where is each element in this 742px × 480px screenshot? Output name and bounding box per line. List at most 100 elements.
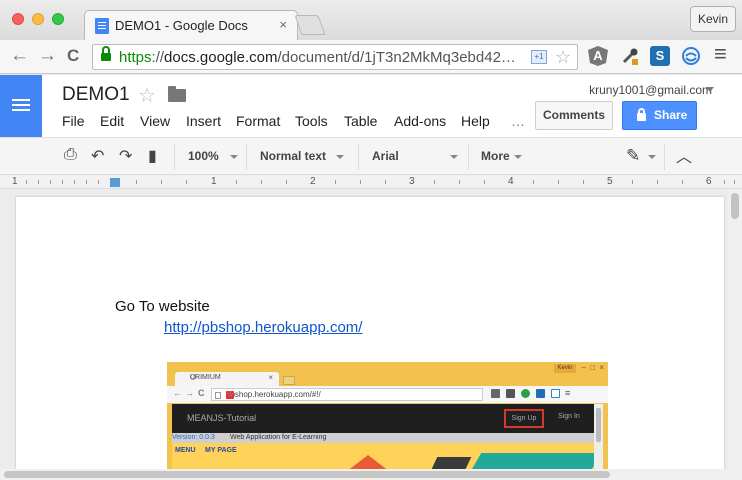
menu-format[interactable]: Format bbox=[236, 113, 280, 129]
embedded-banner-shape bbox=[470, 453, 594, 469]
account-caret-icon[interactable] bbox=[706, 87, 714, 92]
ruler-tick bbox=[86, 180, 87, 184]
ruler-tick bbox=[286, 180, 287, 184]
page-action-icon[interactable]: +1 bbox=[531, 50, 547, 64]
ruler[interactable]: 1 1 2 3 4 5 6 bbox=[0, 175, 742, 189]
ruler-tick bbox=[38, 180, 39, 184]
redo-icon[interactable]: ↷ bbox=[119, 146, 132, 166]
ruler-tick bbox=[385, 180, 386, 184]
back-arrow-icon[interactable]: ← bbox=[10, 46, 29, 66]
angularjs-extension-icon[interactable]: A bbox=[588, 46, 608, 66]
url-separator: :// bbox=[151, 49, 165, 66]
more-menu[interactable]: More bbox=[481, 149, 510, 163]
paint-format-icon[interactable]: ▮ bbox=[148, 146, 157, 166]
bookmark-star-icon[interactable]: ☆ bbox=[555, 47, 571, 68]
menu-addons[interactable]: Add-ons bbox=[394, 113, 446, 129]
horizontal-scrollbar-thumb[interactable] bbox=[4, 471, 610, 478]
ruler-number: 6 bbox=[706, 176, 712, 187]
menu-table[interactable]: Table bbox=[344, 113, 377, 129]
ruler-tick bbox=[459, 180, 460, 184]
chrome-menu-icon[interactable]: ≡ bbox=[714, 43, 727, 65]
embedded-maximize-icon: □ bbox=[590, 363, 595, 372]
share-button[interactable]: Share bbox=[622, 101, 697, 130]
ruler-tick bbox=[136, 180, 137, 184]
toolbar-divider bbox=[174, 144, 175, 170]
font-select[interactable]: Arial bbox=[372, 149, 399, 163]
paragraph-style-select[interactable]: Normal text bbox=[260, 149, 326, 163]
horizontal-scrollbar[interactable] bbox=[0, 469, 742, 480]
embedded-ext-s-icon bbox=[536, 389, 545, 398]
ruler-tick bbox=[360, 180, 361, 184]
embedded-browser-tab: URIMIUM × bbox=[175, 372, 279, 386]
vertical-scrollbar[interactable] bbox=[728, 189, 742, 469]
collapse-menus-icon[interactable]: ︿ bbox=[676, 143, 692, 167]
comments-button[interactable]: Comments bbox=[535, 101, 613, 130]
menu-edit[interactable]: Edit bbox=[100, 113, 124, 129]
ruler-tick bbox=[98, 180, 99, 184]
reload-icon[interactable]: C bbox=[67, 46, 79, 66]
embedded-version: Version: 0.0.3 bbox=[172, 434, 215, 441]
account-email[interactable]: kruny1001@gmail.com bbox=[589, 83, 712, 97]
embedded-menu-item: MY PAGE bbox=[205, 447, 237, 454]
document-title[interactable]: DEMO1 bbox=[62, 84, 130, 106]
browser-tab-active[interactable]: DEMO1 - Google Docs × bbox=[84, 10, 298, 40]
menu-help[interactable]: Help bbox=[461, 113, 490, 129]
vertical-scrollbar-thumb[interactable] bbox=[731, 193, 739, 219]
ruler-tick bbox=[74, 180, 75, 184]
menu-view[interactable]: View bbox=[140, 113, 170, 129]
mode-caret-icon[interactable] bbox=[648, 155, 656, 159]
address-bar[interactable]: https://docs.google.com/document/d/1jT3n… bbox=[92, 44, 578, 70]
more-caret-icon[interactable] bbox=[514, 155, 522, 159]
ruler-tick bbox=[632, 180, 633, 184]
embedded-screenshot-image[interactable]: URIMIUM × Kevin – □ × ← → C pbshop.herok… bbox=[167, 362, 608, 469]
forward-arrow-icon[interactable]: → bbox=[38, 46, 57, 66]
sync-extension-icon[interactable] bbox=[681, 46, 701, 66]
ruler-tick bbox=[186, 180, 187, 184]
url-text: https://docs.google.com/document/d/1jT3n… bbox=[119, 49, 516, 66]
zoom-window-button[interactable] bbox=[52, 13, 64, 25]
zoom-select[interactable]: 100% bbox=[188, 149, 219, 163]
document-text-line: Go To website bbox=[115, 298, 210, 315]
print-icon[interactable]: ⎙ bbox=[64, 146, 77, 164]
ruler-tick bbox=[724, 180, 725, 184]
new-tab-button[interactable] bbox=[294, 15, 326, 35]
document-link[interactable]: http://pbshop.herokuapp.com/ bbox=[164, 319, 362, 336]
embedded-profile-badge: Kevin bbox=[554, 364, 576, 373]
docs-home-icon[interactable] bbox=[0, 75, 42, 137]
zoom-caret-icon[interactable] bbox=[230, 155, 238, 159]
embedded-version-bar: Version: 0.0.3 Web Application for E-Lea… bbox=[172, 433, 594, 443]
tab-close-icon[interactable]: × bbox=[279, 17, 287, 32]
embedded-page-icon bbox=[215, 392, 221, 399]
star-document-icon[interactable]: ☆ bbox=[138, 83, 156, 108]
menu-tools[interactable]: Tools bbox=[295, 113, 328, 129]
eyedropper-extension-icon[interactable] bbox=[620, 46, 640, 66]
font-caret-icon[interactable] bbox=[450, 155, 458, 159]
embedded-brand: MEANJS-Tutorial bbox=[187, 413, 257, 423]
embedded-back-icon: ← bbox=[173, 388, 182, 398]
toolbar-divider bbox=[664, 144, 665, 170]
embedded-banner-shape bbox=[430, 457, 472, 469]
indent-marker-icon[interactable] bbox=[110, 178, 120, 187]
undo-icon[interactable]: ↶ bbox=[91, 146, 104, 166]
profile-button[interactable]: Kevin bbox=[690, 6, 736, 32]
move-to-folder-icon[interactable] bbox=[168, 86, 186, 102]
browser-titlebar: DEMO1 - Google Docs × Kevin bbox=[0, 0, 742, 40]
close-window-button[interactable] bbox=[12, 13, 24, 25]
ruler-tick bbox=[533, 180, 534, 184]
embedded-scrollbar bbox=[594, 404, 603, 469]
embedded-forward-icon: → bbox=[185, 388, 194, 398]
scribefire-extension-icon[interactable]: S bbox=[650, 46, 670, 66]
google-docs-favicon-icon bbox=[95, 18, 109, 34]
embedded-app-navbar: MEANJS-Tutorial Sign Up Sign In bbox=[172, 404, 594, 433]
ruler-tick bbox=[62, 180, 63, 184]
toolbar-divider bbox=[246, 144, 247, 170]
menu-file[interactable]: File bbox=[62, 113, 85, 129]
style-caret-icon[interactable] bbox=[336, 155, 344, 159]
menu-insert[interactable]: Insert bbox=[186, 113, 221, 129]
embedded-ext-a-icon bbox=[491, 389, 500, 398]
editing-mode-pen-icon[interactable]: ✎ bbox=[626, 146, 640, 166]
minimize-window-button[interactable] bbox=[32, 13, 44, 25]
ruler-number: 1 bbox=[12, 176, 18, 187]
ruler-tick bbox=[657, 180, 658, 184]
menu-more[interactable]: … bbox=[511, 113, 525, 129]
